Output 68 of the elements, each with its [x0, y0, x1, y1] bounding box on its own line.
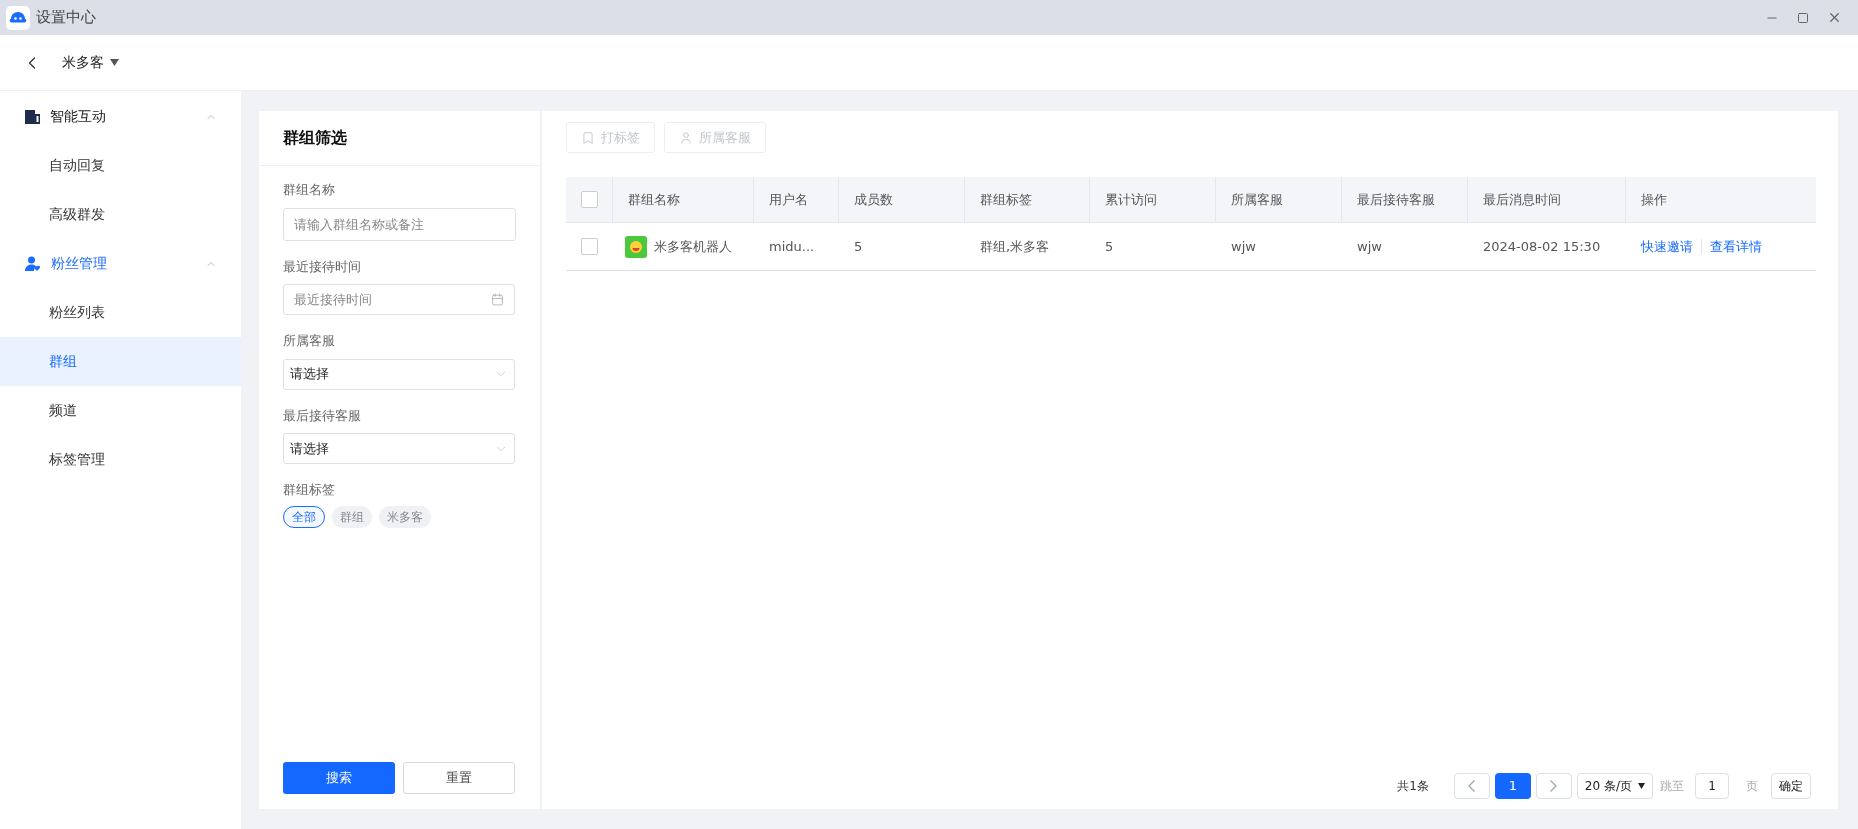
close-icon[interactable]: [1827, 10, 1842, 25]
column-header: 最后消息时间: [1468, 177, 1626, 222]
column-header: 群组标签: [965, 177, 1090, 222]
chevron-left-icon: [1468, 780, 1476, 792]
reset-button[interactable]: 重置: [403, 762, 515, 794]
jump-label: 跳至: [1660, 778, 1684, 795]
column-header: 操作: [1640, 190, 1668, 209]
select-field[interactable]: 请选择: [283, 358, 515, 390]
caret-icon: [1638, 783, 1645, 789]
sidebar-item[interactable]: 标签管理: [0, 435, 241, 484]
chevron-right-icon: [1550, 780, 1558, 792]
window-title: 设置中心: [36, 7, 96, 29]
building-icon: [25, 109, 40, 124]
action-link[interactable]: 快速邀请: [1641, 236, 1693, 257]
filter-title: 群组筛选: [259, 111, 540, 166]
column-header: 最后接待客服: [1342, 177, 1468, 222]
field-label: 所属客服: [283, 332, 336, 350]
page-unit: 页: [1746, 778, 1758, 795]
select-all-checkbox[interactable]: [580, 191, 598, 208]
column-header: 所属客服: [1216, 177, 1342, 222]
group-label: 智能互动: [50, 107, 106, 126]
tag-chip[interactable]: 全部: [283, 505, 325, 528]
table-cell-text: 5: [1105, 237, 1114, 256]
group-label: 粉丝管理: [51, 254, 107, 273]
bot-avatar-icon: [625, 235, 647, 258]
table-cell-text: wjw: [1231, 237, 1256, 256]
table-cell-text: 群组,米多客: [980, 237, 1050, 256]
row-checkbox[interactable]: [581, 238, 598, 255]
select-field[interactable]: 请选择: [283, 433, 515, 464]
sidebar-item[interactable]: 粉丝列表: [0, 288, 241, 337]
sidebar-group[interactable]: 智能互动: [0, 92, 241, 141]
table-cell-text: 5: [854, 237, 863, 256]
total-count: 共1条: [1397, 778, 1429, 795]
table-cell-text: 2024-08-02 15:30: [1483, 237, 1601, 256]
calendar-icon: [491, 293, 504, 306]
page-input[interactable]: 1: [1695, 773, 1729, 799]
page-size-select[interactable]: 20 条/页: [1576, 773, 1653, 799]
confirm-button[interactable]: 确定: [1771, 773, 1811, 799]
page-button[interactable]: 1: [1494, 773, 1531, 799]
next-page-button[interactable]: [1535, 773, 1572, 799]
sidebar-item[interactable]: 群组: [0, 337, 241, 386]
table-cell-text: wjw: [1357, 237, 1382, 256]
sidebar-item[interactable]: 自动回复: [0, 141, 241, 190]
action-link[interactable]: 查看详情: [1710, 236, 1762, 257]
table-cell-text: midu...: [769, 237, 815, 256]
input-field[interactable]: 请输入群组名称或备注: [283, 207, 516, 241]
user-heart-icon: [25, 255, 41, 272]
sidebar-item[interactable]: 高级群发: [0, 190, 241, 239]
column-header: 用户名: [754, 177, 839, 222]
caret-icon: [110, 59, 119, 66]
column-header: 累计访问: [1090, 177, 1216, 222]
account-dropdown[interactable]: 米多客: [62, 52, 119, 73]
field-label: 群组标签: [283, 481, 336, 499]
bookmark-icon: [581, 130, 595, 145]
sidebar-item[interactable]: 频道: [0, 386, 241, 435]
search-button[interactable]: 搜索: [283, 762, 395, 794]
column-header: 成员数: [839, 177, 965, 222]
sidebar-group[interactable]: 粉丝管理: [0, 239, 241, 288]
prev-page-button[interactable]: [1453, 773, 1490, 799]
user-icon: [679, 130, 693, 145]
field-label: 最后接待客服: [283, 406, 362, 425]
maximize-icon[interactable]: [1797, 11, 1809, 24]
app-logo-icon: [6, 5, 30, 30]
date-field[interactable]: 最近接待时间: [283, 284, 515, 315]
table-cell-text: 米多客机器人: [654, 237, 732, 256]
column-header: 群组名称: [613, 177, 754, 222]
field-label: 群组名称: [283, 181, 336, 199]
field-label: 最近接待时间: [283, 257, 362, 276]
